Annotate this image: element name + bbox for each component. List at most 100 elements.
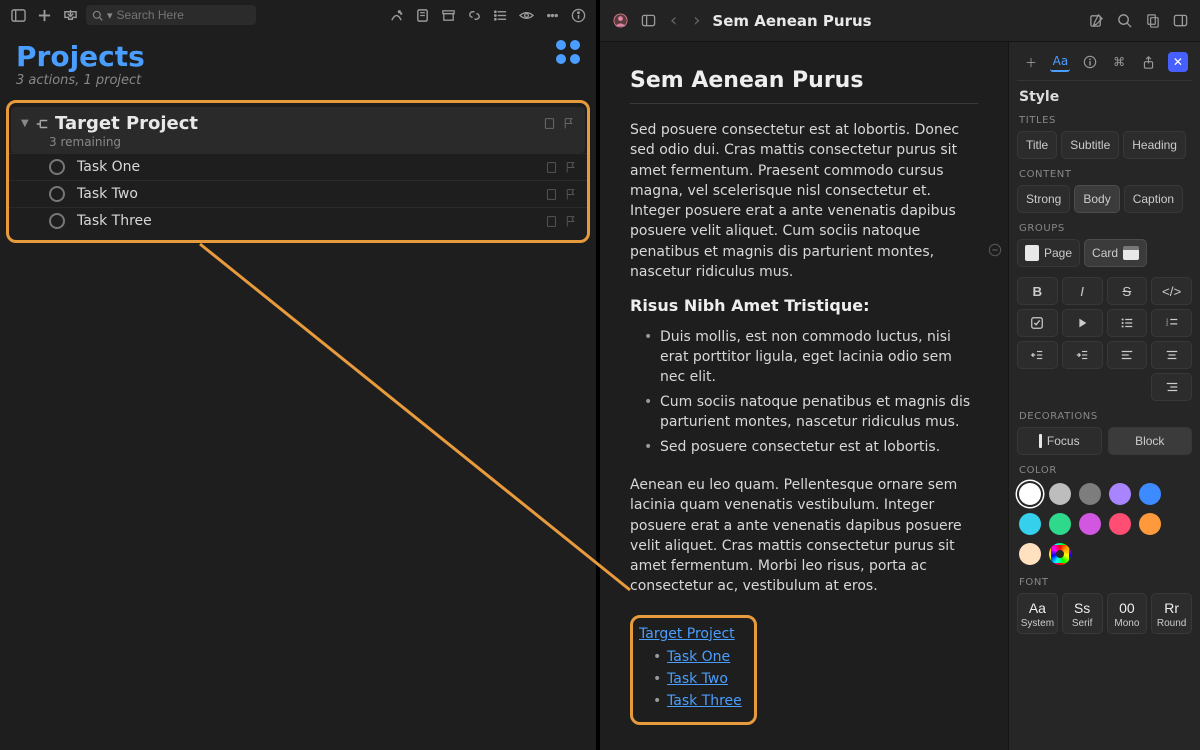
note-indicator-icon[interactable] <box>543 117 556 130</box>
overflow-icon[interactable] <box>542 5 562 25</box>
color-swatch[interactable] <box>1109 483 1131 505</box>
indent-button[interactable] <box>1062 341 1103 369</box>
heading-style-button[interactable]: Heading <box>1123 131 1186 159</box>
inspector-tab-shortcuts-icon[interactable]: ⌘ <box>1109 52 1129 72</box>
align-center-button[interactable] <box>1151 341 1192 369</box>
section-label-groups: GROUPS <box>1019 223 1192 234</box>
flag-icon[interactable] <box>564 161 577 174</box>
play-button[interactable] <box>1062 309 1103 337</box>
color-swatch[interactable] <box>1109 513 1131 535</box>
title-style-button[interactable]: Title <box>1017 131 1057 159</box>
task-checkbox[interactable] <box>49 159 65 175</box>
inspector-tab-info-icon[interactable] <box>1080 52 1100 72</box>
note-indicator-icon[interactable] <box>545 215 558 228</box>
avatar-icon[interactable] <box>610 11 630 31</box>
font-option-button[interactable]: 00Mono <box>1107 593 1148 634</box>
flag-icon[interactable] <box>564 188 577 201</box>
nav-forward-icon[interactable]: › <box>689 10 704 31</box>
align-left-button[interactable] <box>1107 341 1148 369</box>
color-swatch[interactable] <box>1139 513 1161 535</box>
flag-icon[interactable] <box>564 215 577 228</box>
list-icon[interactable] <box>490 5 510 25</box>
document-body[interactable]: Sem Aenean Purus Sed posuere consectetur… <box>600 42 1008 750</box>
card-swatch-icon <box>1123 246 1139 260</box>
link-icon[interactable] <box>464 5 484 25</box>
cleanup-icon[interactable] <box>386 5 406 25</box>
search-field[interactable]: ▾ <box>86 5 256 25</box>
card-group-button[interactable]: Card <box>1084 239 1147 267</box>
color-swatch[interactable] <box>1079 483 1101 505</box>
copy-icon[interactable] <box>1142 11 1162 31</box>
search-doc-icon[interactable] <box>1114 11 1134 31</box>
titles-segment: Title Subtitle Heading <box>1017 131 1192 159</box>
project-header-row[interactable]: ▼ Target Project 3 remaining <box>11 107 585 153</box>
color-swatch[interactable] <box>1019 483 1041 505</box>
linked-project-link[interactable]: Target Project <box>639 626 735 642</box>
project-row-actions <box>543 117 575 130</box>
app-logo-icon <box>556 40 580 64</box>
disclosure-triangle-icon[interactable]: ▼ <box>21 118 33 129</box>
search-input[interactable] <box>117 8 250 22</box>
page-group-button[interactable]: Page <box>1017 239 1080 267</box>
task-row[interactable]: Task One <box>9 153 587 180</box>
section-heading: Risus Nibh Amet Tristique: <box>630 296 978 315</box>
tasks-pane: ▾ Projects 3 actions, 1 project ▼ Target… <box>0 0 600 750</box>
inspector-tab-add-icon[interactable]: ＋ <box>1021 52 1041 72</box>
task-checkbox[interactable] <box>49 186 65 202</box>
eye-icon[interactable] <box>516 5 536 25</box>
inspector-tab-style-icon[interactable]: Aa <box>1050 52 1070 72</box>
bullet-list-button[interactable] <box>1107 309 1148 337</box>
align-right-button[interactable] <box>1151 373 1192 401</box>
numbered-list-button[interactable]: 12 <box>1151 309 1192 337</box>
inspector-tab-close-icon[interactable]: ✕ <box>1168 52 1188 72</box>
color-swatch[interactable] <box>1079 513 1101 535</box>
caption-style-button[interactable]: Caption <box>1124 185 1183 213</box>
nav-back-icon[interactable]: ‹ <box>666 10 681 31</box>
color-swatch[interactable] <box>1019 513 1041 535</box>
font-option-button[interactable]: AaSystem <box>1017 593 1058 634</box>
inspector-toggle-icon[interactable] <box>1170 11 1190 31</box>
format-grid: B I S </> 12 <box>1017 277 1192 401</box>
color-swatch[interactable] <box>1049 513 1071 535</box>
note-indicator-icon[interactable] <box>545 161 558 174</box>
archive-icon[interactable] <box>438 5 458 25</box>
project-name: Target Project <box>55 113 543 134</box>
strong-style-button[interactable]: Strong <box>1017 185 1070 213</box>
info-icon[interactable] <box>568 5 588 25</box>
inbox-icon[interactable] <box>60 5 80 25</box>
linked-task-link[interactable]: Task One <box>667 649 730 665</box>
task-checkbox[interactable] <box>49 213 65 229</box>
flag-icon[interactable] <box>562 117 575 130</box>
sidebar-toggle-icon[interactable] <box>8 5 28 25</box>
color-swatch[interactable] <box>1019 543 1041 565</box>
task-row[interactable]: Task Three <box>9 207 587 234</box>
bold-button[interactable]: B <box>1017 277 1058 305</box>
color-swatch[interactable] <box>1049 543 1071 565</box>
block-decoration-button[interactable]: Block <box>1108 427 1193 455</box>
color-swatch[interactable] <box>1139 483 1161 505</box>
list-item: Cum sociis natoque penatibus et magnis d… <box>640 390 978 435</box>
collapse-handle-icon[interactable] <box>988 242 1002 261</box>
task-row[interactable]: Task Two <box>9 180 587 207</box>
body-style-button[interactable]: Body <box>1074 185 1119 213</box>
panels-icon[interactable] <box>638 11 658 31</box>
inspector-tab-share-icon[interactable] <box>1139 52 1159 72</box>
linked-task-link[interactable]: Task Two <box>667 671 728 687</box>
note-icon[interactable] <box>412 5 432 25</box>
outdent-button[interactable] <box>1017 341 1058 369</box>
compose-icon[interactable] <box>1086 11 1106 31</box>
italic-button[interactable]: I <box>1062 277 1103 305</box>
focus-decoration-button[interactable]: Focus <box>1017 427 1102 455</box>
subtitle-style-button[interactable]: Subtitle <box>1061 131 1119 159</box>
plus-icon[interactable] <box>34 5 54 25</box>
color-swatch[interactable] <box>1049 483 1071 505</box>
font-option-button[interactable]: RrRound <box>1151 593 1192 634</box>
checkbox-button[interactable] <box>1017 309 1058 337</box>
svg-text:2: 2 <box>1166 322 1169 327</box>
linked-task-link[interactable]: Task Three <box>667 693 742 709</box>
strike-button[interactable]: S <box>1107 277 1148 305</box>
font-option-button[interactable]: SsSerif <box>1062 593 1103 634</box>
projects-header: Projects 3 actions, 1 project <box>0 30 596 96</box>
note-indicator-icon[interactable] <box>545 188 558 201</box>
code-button[interactable]: </> <box>1151 277 1192 305</box>
